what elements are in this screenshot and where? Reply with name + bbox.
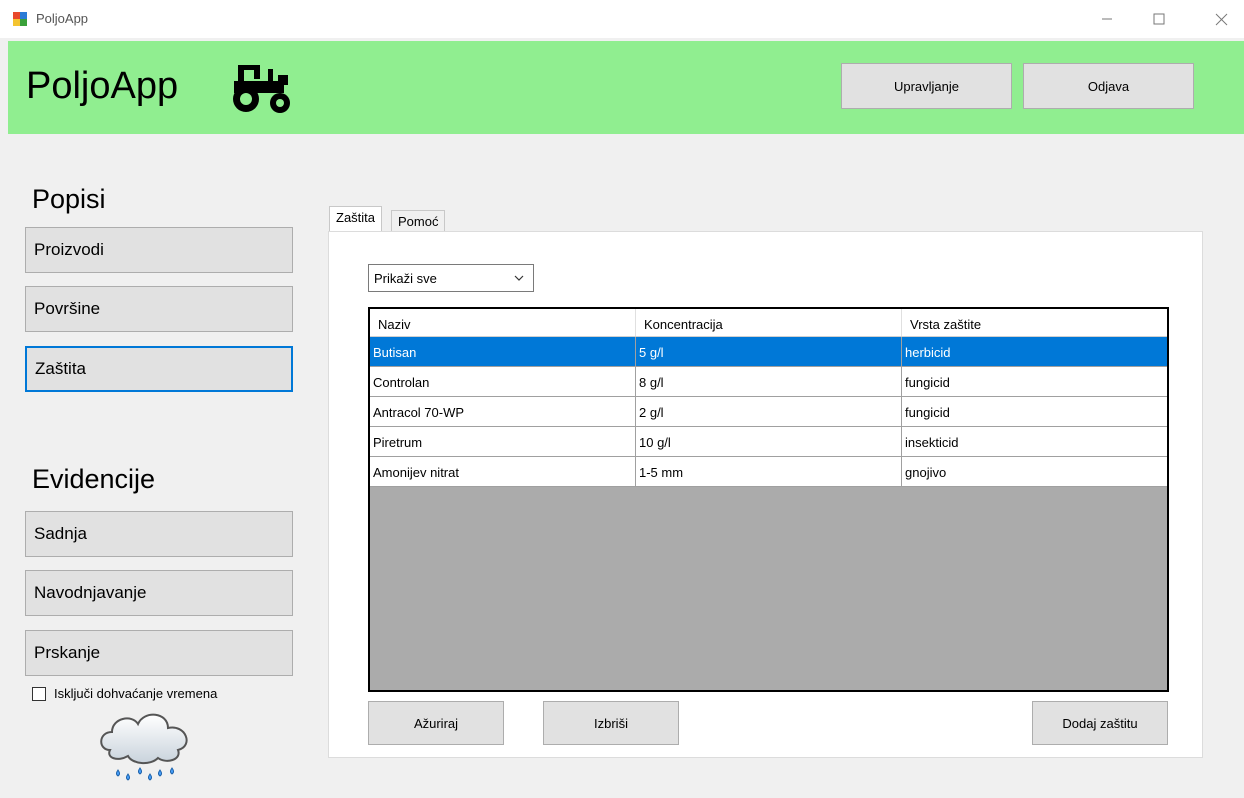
cell-koncentracija: 2 g/l [636,397,902,427]
table-row[interactable]: Antracol 70-WP 2 g/l fungicid [370,397,1167,427]
weather-toggle[interactable]: Isključi dohvaćanje vremena [32,686,217,701]
cell-vrsta: gnojivo [905,465,947,480]
column-header-naziv[interactable]: Naziv [370,309,636,336]
evidencije-heading: Evidencije [32,464,156,494]
column-header-koncentracija[interactable]: Koncentracija [636,309,902,336]
minimize-icon [1102,18,1112,20]
window-title: PoljoApp [36,11,89,26]
tractor-icon [233,65,290,113]
cell-vrsta: herbicid [905,345,951,360]
popisi-heading: Popisi [32,184,106,214]
cell-koncentracija: 10 g/l [636,427,902,457]
azuriraj-button[interactable]: Ažuriraj [368,701,504,745]
filter-select-value: Prikaži sve [374,271,437,286]
cell-koncentracija: 1-5 mm [636,457,902,487]
izbrisi-button[interactable]: Izbriši [543,701,679,745]
odjava-button[interactable]: Odjava [1023,63,1194,109]
cell-naziv: Controlan [370,367,636,397]
dodaj-zastitu-button[interactable]: Dodaj zaštitu [1032,701,1168,745]
logo-text: PoljoApp [26,65,179,107]
table-row[interactable]: Butisan 5 g/l herbicid [370,337,1167,367]
sidebar-item-sadnja[interactable]: Sadnja [25,511,293,557]
cell-vrsta: fungicid [905,375,950,390]
sidebar-item-navodnjavanje[interactable]: Navodnjavanje [25,570,293,616]
cell-vrsta: insekticid [905,435,959,450]
upravljanje-button[interactable]: Upravljanje [841,63,1012,109]
sidebar-item-povrsine[interactable]: Površine [25,286,293,332]
title-bar: PoljoApp [0,0,1244,38]
filter-select[interactable]: Prikaži sve [368,264,534,292]
cell-naziv: Butisan [370,337,636,367]
table-row[interactable]: Piretrum 10 g/l insekticid [370,427,1167,457]
column-header-vrsta[interactable]: Vrsta zaštite [902,309,1167,336]
app-icon [13,12,27,26]
weather-checkbox[interactable] [32,686,46,701]
table-row[interactable]: Controlan 8 g/l fungicid [370,367,1167,397]
cell-vrsta: fungicid [905,405,950,420]
weather-checkbox-label: Isključi dohvaćanje vremena [54,686,218,701]
close-icon [1215,13,1227,25]
cell-naziv: Amonijev nitrat [370,457,636,487]
maximize-icon [1153,13,1165,25]
rain-cloud-icon [100,713,188,781]
minimize-button[interactable] [1084,0,1130,38]
cell-koncentracija: 8 g/l [636,367,902,397]
maximize-button[interactable] [1136,0,1182,38]
zastita-table[interactable]: Naziv Koncentracija Vrsta zaštite Butisa… [368,307,1169,692]
close-button[interactable] [1198,0,1244,38]
cell-naziv: Antracol 70-WP [370,397,636,427]
cell-naziv: Piretrum [370,427,636,457]
sidebar-item-prskanje[interactable]: Prskanje [25,630,293,676]
table-row[interactable]: Amonijev nitrat 1-5 mm gnojivo [370,457,1167,487]
sidebar-item-proizvodi[interactable]: Proizvodi [25,227,293,273]
chevron-down-icon [514,275,524,281]
cell-koncentracija: 5 g/l [636,337,902,367]
tab-zastita[interactable]: Zaštita [329,206,383,232]
app-header: PoljoApp Upravljanje Odjava [8,41,1244,134]
tab-pomoc[interactable]: Pomoć [391,210,446,232]
table-header: Naziv Koncentracija Vrsta zaštite [370,309,1167,337]
sidebar-item-zastita[interactable]: Zaštita [25,346,293,392]
app-window: PoljoApp PoljoApp Upravljanje Odjava Pop… [0,0,1244,798]
